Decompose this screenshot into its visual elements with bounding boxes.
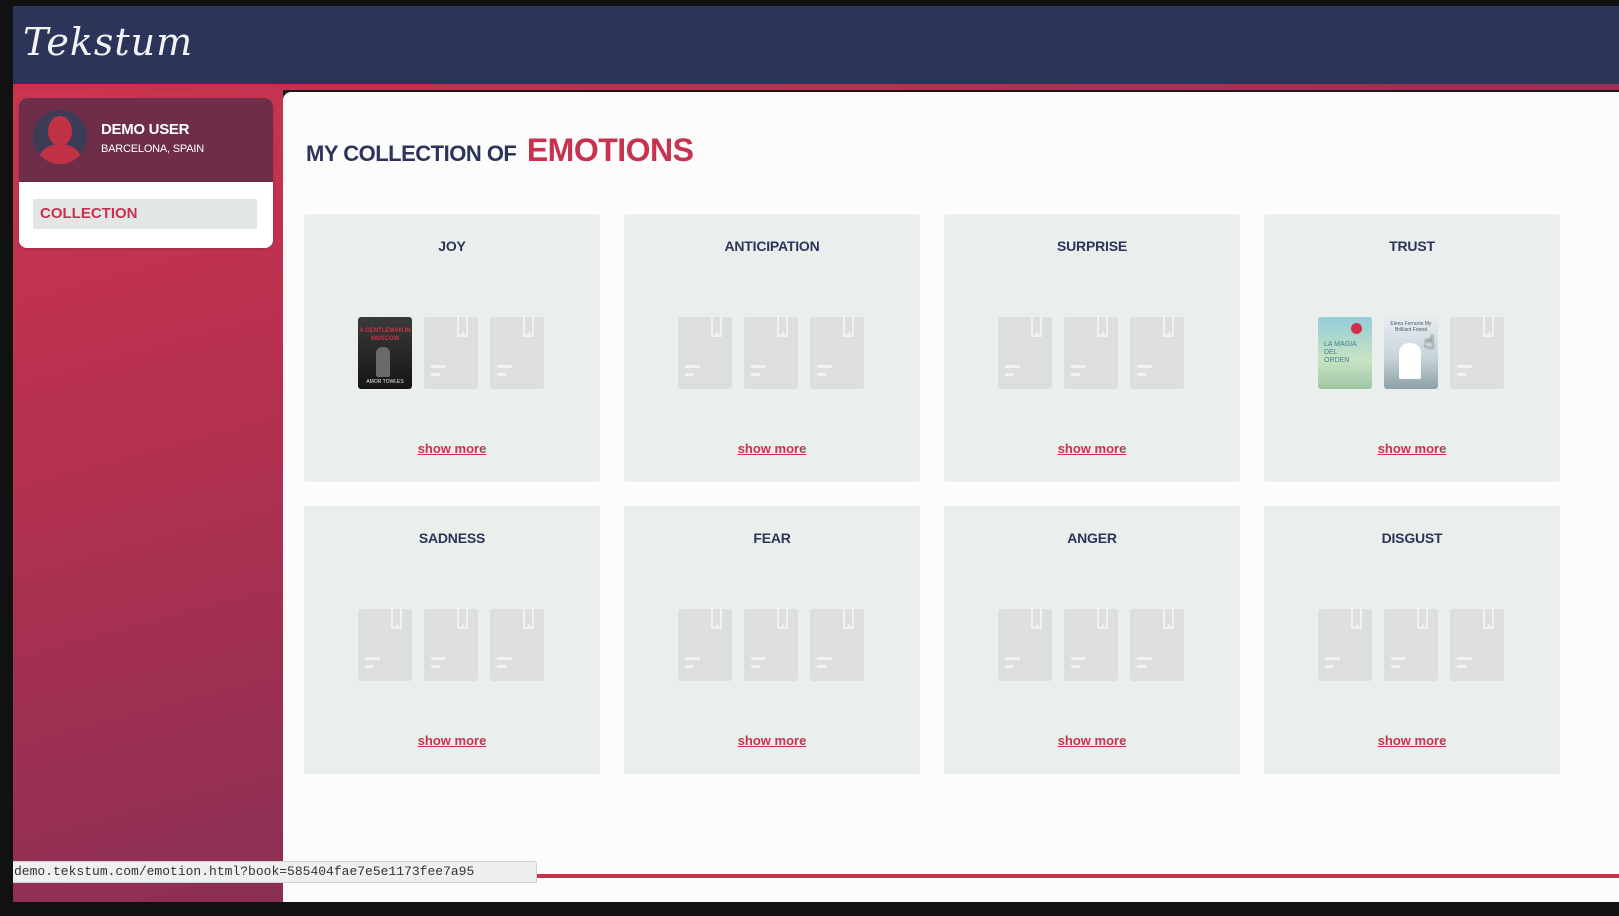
- book-cover[interactable]: LA MAGIA DEL ORDEN: [1318, 317, 1372, 389]
- main-content: MY COLLECTION OF EMOTIONS JOY A GENTLEMA…: [283, 92, 1619, 902]
- emotion-title: ANGER: [1067, 530, 1117, 546]
- emotion-card-trust: TRUST LA MAGIA DEL ORDEN Elena Ferrante …: [1264, 214, 1560, 482]
- emotion-title: JOY: [438, 238, 466, 254]
- book-list: LA MAGIA DEL ORDEN Elena Ferrante My Bri…: [1318, 317, 1506, 389]
- page-title: MY COLLECTION OF EMOTIONS: [306, 132, 694, 169]
- bookmark-book-icon: [1064, 317, 1118, 389]
- bookmark-book-icon: [1130, 609, 1184, 681]
- emotion-title: DISGUST: [1381, 530, 1443, 546]
- page-title-prefix: MY COLLECTION OF: [306, 141, 517, 166]
- bookmark-book-icon: [1450, 317, 1504, 389]
- user-name: DEMO USER: [101, 121, 190, 138]
- status-bar-url: demo.tekstum.com/emotion.html?book=58540…: [13, 861, 538, 883]
- emotion-card-anticipation: ANTICIPATION show more: [624, 214, 920, 482]
- browser-viewport: Tekstum DEMO USER BARCELONA, SPAIN COLLE…: [13, 6, 1619, 902]
- emotion-card-anger: ANGER show more: [944, 506, 1240, 774]
- book-cover-title: LA MAGIA DEL ORDEN: [1324, 341, 1357, 364]
- book-list: [678, 609, 866, 681]
- emotion-title: SURPRISE: [1057, 238, 1127, 254]
- tekstum-logo[interactable]: Tekstum: [23, 20, 193, 64]
- book-list: [998, 609, 1186, 681]
- hand-pointer-icon: ☝: [1424, 332, 1435, 352]
- emotion-card-fear: FEAR show more: [624, 506, 920, 774]
- emotion-card-joy: JOY A GENTLEMAN IN MOSCOW AMOR TOWLES sh…: [304, 214, 600, 482]
- book-list: [678, 317, 866, 389]
- bookmark-book-icon: [1318, 609, 1372, 681]
- bookmark-book-icon: [1450, 609, 1504, 681]
- bookmark-book-icon: [1384, 609, 1438, 681]
- bookmark-book-icon: [810, 609, 864, 681]
- show-more-link[interactable]: show more: [944, 733, 1240, 748]
- show-more-link[interactable]: show more: [624, 441, 920, 456]
- book-cover[interactable]: A GENTLEMAN IN MOSCOW AMOR TOWLES: [358, 317, 412, 389]
- show-more-link[interactable]: show more: [944, 441, 1240, 456]
- user-avatar-icon[interactable]: [33, 110, 87, 164]
- bookmark-book-icon: [490, 609, 544, 681]
- show-more-link[interactable]: show more: [1264, 733, 1560, 748]
- emotion-title: SADNESS: [418, 530, 486, 546]
- profile-header: DEMO USER BARCELONA, SPAIN: [19, 98, 273, 182]
- emotion-card-surprise: SURPRISE show more: [944, 214, 1240, 482]
- bookmark-book-icon: [490, 317, 544, 389]
- book-list: [358, 609, 546, 681]
- sidebar: DEMO USER BARCELONA, SPAIN COLLECTION: [13, 90, 283, 902]
- page-title-emphasis: EMOTIONS: [526, 132, 694, 168]
- book-cover-title: A GENTLEMAN IN MOSCOW: [359, 328, 411, 342]
- bookmark-book-icon: [998, 317, 1052, 389]
- book-cover[interactable]: Elena Ferrante My Brilliant Friend ☝: [1384, 317, 1438, 389]
- show-more-link[interactable]: show more: [624, 733, 920, 748]
- bookmark-book-icon: [678, 609, 732, 681]
- user-location: BARCELONA, SPAIN: [101, 143, 204, 155]
- bookmark-book-icon: [1130, 317, 1184, 389]
- emotion-card-disgust: DISGUST show more: [1264, 506, 1560, 774]
- profile-card: DEMO USER BARCELONA, SPAIN COLLECTION: [19, 98, 273, 248]
- bookmark-book-icon: [810, 317, 864, 389]
- show-more-link[interactable]: show more: [1264, 441, 1560, 456]
- book-list: [998, 317, 1186, 389]
- show-more-link[interactable]: show more: [304, 441, 600, 456]
- book-list: A GENTLEMAN IN MOSCOW AMOR TOWLES: [358, 317, 546, 389]
- sidebar-item-collection[interactable]: COLLECTION: [33, 199, 257, 229]
- show-more-link[interactable]: show more: [304, 733, 600, 748]
- book-list: [1318, 609, 1506, 681]
- emotion-title: ANTICIPATION: [724, 238, 820, 254]
- bookmark-book-icon: [1064, 609, 1118, 681]
- bookmark-book-icon: [358, 609, 412, 681]
- bookmark-book-icon: [678, 317, 732, 389]
- bookmark-book-icon: [744, 317, 798, 389]
- emotion-title: FEAR: [753, 530, 791, 546]
- bookmark-book-icon: [424, 317, 478, 389]
- bookmark-book-icon: [744, 609, 798, 681]
- emotion-card-sadness: SADNESS show more: [304, 506, 600, 774]
- emotion-title: TRUST: [1389, 238, 1435, 254]
- bookmark-book-icon: [424, 609, 478, 681]
- top-navbar: Tekstum: [13, 6, 1619, 84]
- book-cover-author: AMOR TOWLES: [366, 379, 404, 385]
- bookmark-book-icon: [998, 609, 1052, 681]
